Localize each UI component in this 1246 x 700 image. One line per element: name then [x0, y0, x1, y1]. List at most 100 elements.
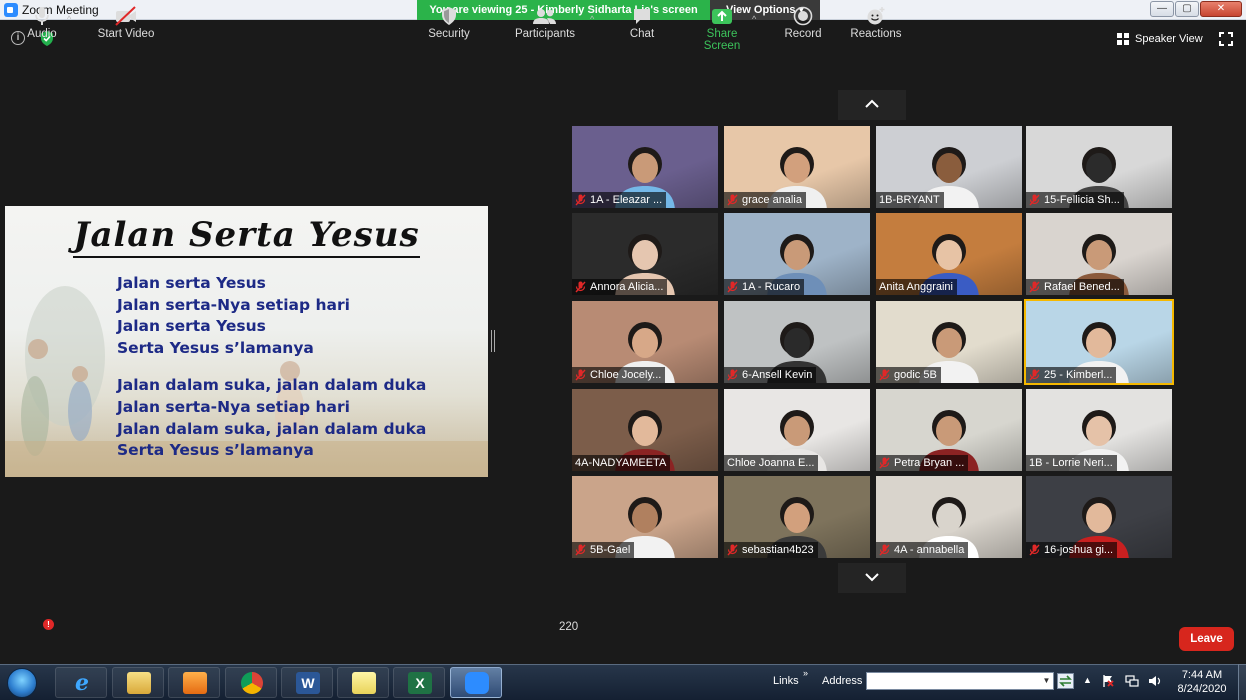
mic-muted-icon	[727, 369, 738, 381]
participant-face	[1086, 240, 1112, 270]
address-toolbar-label: Address	[822, 675, 863, 687]
mic-muted-icon	[1029, 544, 1040, 556]
participant-name: Annora Alicia...	[590, 281, 664, 293]
chat-icon	[634, 9, 650, 24]
maximize-button[interactable]: ▢	[1175, 1, 1199, 17]
network-icon[interactable]	[1125, 674, 1139, 688]
participant-face	[936, 153, 962, 183]
zoom-taskbar-button[interactable]	[450, 667, 502, 698]
participant-tile[interactable]: Anita Anggraini	[876, 213, 1022, 295]
leave-meeting-button[interactable]: Leave	[1179, 627, 1234, 651]
gallery-page-up-button[interactable]	[838, 90, 906, 120]
chat-button[interactable]: Chat	[625, 6, 659, 50]
gallery-page-down-button[interactable]	[838, 563, 906, 593]
participant-name-label: grace analia	[724, 192, 806, 208]
participant-name: 5B-Gael	[590, 544, 631, 556]
mic-muted-icon	[879, 369, 890, 381]
start-button[interactable]	[7, 668, 37, 698]
word-taskbar-button[interactable]: W	[281, 667, 333, 698]
participant-tile[interactable]: 1B - Lorrie Neri...	[1026, 389, 1172, 471]
sticky-notes-taskbar-button[interactable]	[337, 667, 389, 698]
participant-tile[interactable]: 16-joshua gi...	[1026, 476, 1172, 558]
participant-tile[interactable]: 1A - Rucaro	[724, 213, 870, 295]
sticky-notes-icon	[352, 672, 376, 694]
participant-tile[interactable]: sebastian4b23	[724, 476, 870, 558]
lyric-line: Jalan serta-Nya setiap hari	[117, 295, 350, 314]
participant-tile[interactable]: Chloe Jocely...	[572, 301, 718, 383]
microphone-icon	[35, 7, 49, 25]
participant-tile[interactable]: 25 - Kimberl...	[1024, 299, 1174, 385]
participants-button[interactable]: Participants	[512, 6, 578, 50]
zoom-window: Zoom Meeting You are viewing 25 - Kimber…	[0, 0, 1246, 700]
chevron-down-icon	[865, 573, 879, 582]
share-options-caret[interactable]: ^	[752, 14, 756, 24]
address-input[interactable]	[866, 672, 1054, 690]
fullscreen-icon[interactable]	[1219, 32, 1233, 46]
address-go-button[interactable]	[1057, 673, 1074, 689]
participant-name: 15-Fellicia Sh...	[1044, 194, 1120, 206]
media-player-taskbar-button[interactable]	[168, 667, 220, 698]
zoom-app-icon	[4, 3, 18, 17]
participant-tile[interactable]: 1B-BRYANT	[876, 126, 1022, 208]
participant-name-label: Petra Bryan ...	[876, 455, 969, 471]
mic-muted-icon	[575, 281, 586, 293]
participant-name-label: 1B - Lorrie Neri...	[1026, 455, 1117, 471]
participant-tile[interactable]: Chloe Joanna E...	[724, 389, 870, 471]
record-button[interactable]: Record	[783, 6, 823, 50]
show-hidden-icons-button[interactable]: ▲	[1083, 675, 1092, 685]
mic-muted-icon	[879, 457, 890, 469]
participant-tile[interactable]: 5B-Gael	[572, 476, 718, 558]
participant-face	[936, 416, 962, 446]
participant-tile[interactable]: grace analia	[724, 126, 870, 208]
clock-time: 7:44 AM	[1181, 669, 1223, 681]
show-desktop-button[interactable]	[1238, 664, 1246, 700]
speaker-view-button[interactable]: Speaker View	[1113, 28, 1208, 50]
internet-explorer-taskbar-button[interactable]: e	[55, 667, 107, 698]
security-button[interactable]: Security	[425, 6, 473, 50]
lyric-line: Serta Yesus s’lamanya	[117, 441, 314, 460]
grid-icon	[1117, 33, 1129, 45]
participant-tile[interactable]: 4A-NADYAMEETA	[572, 389, 718, 471]
mic-muted-icon	[727, 281, 738, 293]
participant-name: 6-Ansell Kevin	[742, 369, 813, 381]
participant-tile[interactable]: godic 5B	[876, 301, 1022, 383]
shared-screen: Jalan Serta Yesus Jalan serta Yesus Jala…	[5, 206, 488, 477]
participant-face	[1086, 153, 1112, 183]
lyric-line: Jalan serta Yesus	[117, 274, 266, 292]
system-clock[interactable]: 7:44 AM 8/24/2020	[1170, 668, 1234, 696]
close-window-button[interactable]: ✕	[1200, 1, 1242, 17]
links-expand-icon[interactable]: »	[803, 668, 808, 678]
participant-face	[784, 416, 810, 446]
participant-tile[interactable]: Petra Bryan ...	[876, 389, 1022, 471]
participant-name: 25 - Kimberl...	[1044, 369, 1113, 381]
folder-icon	[127, 672, 151, 694]
share-screen-button[interactable]: Share Screen	[688, 6, 756, 52]
lyrics-block: Jalan serta Yesus Jalan serta-Nya setiap…	[117, 273, 426, 462]
excel-taskbar-button[interactable]: X	[393, 667, 445, 698]
audio-options-caret[interactable]: ^	[67, 14, 71, 24]
minimize-button[interactable]: —	[1150, 1, 1174, 17]
participant-tile[interactable]: 15-Fellicia Sh...	[1026, 126, 1172, 208]
participants-options-caret[interactable]: ^	[590, 14, 594, 24]
volume-icon[interactable]	[1148, 674, 1162, 688]
links-toolbar-label[interactable]: Links	[773, 675, 799, 687]
participant-tile[interactable]: 1A - Eleazar ...	[572, 126, 718, 208]
audio-button[interactable]: Audio	[22, 6, 62, 50]
action-center-flag-icon[interactable]	[1101, 674, 1115, 688]
participant-tile[interactable]: 4A - annabella	[876, 476, 1022, 558]
start-video-button[interactable]: Start Video	[95, 6, 157, 50]
participant-face	[632, 503, 658, 533]
chrome-taskbar-button[interactable]	[225, 667, 277, 698]
participant-face	[936, 503, 962, 533]
explorer-taskbar-button[interactable]	[112, 667, 164, 698]
clock-date: 8/24/2020	[1177, 683, 1227, 695]
reactions-button[interactable]: Reactions	[850, 6, 902, 50]
address-dropdown-icon[interactable]: ▼	[1040, 673, 1053, 689]
participant-tile[interactable]: Annora Alicia...	[572, 213, 718, 295]
mic-muted-icon	[1029, 281, 1040, 293]
mic-muted-icon	[575, 194, 586, 206]
participant-tile[interactable]: Rafael Bened...	[1026, 213, 1172, 295]
split-resize-handle[interactable]	[491, 330, 495, 352]
participant-tile[interactable]: 6-Ansell Kevin	[724, 301, 870, 383]
participant-face	[1086, 416, 1112, 446]
